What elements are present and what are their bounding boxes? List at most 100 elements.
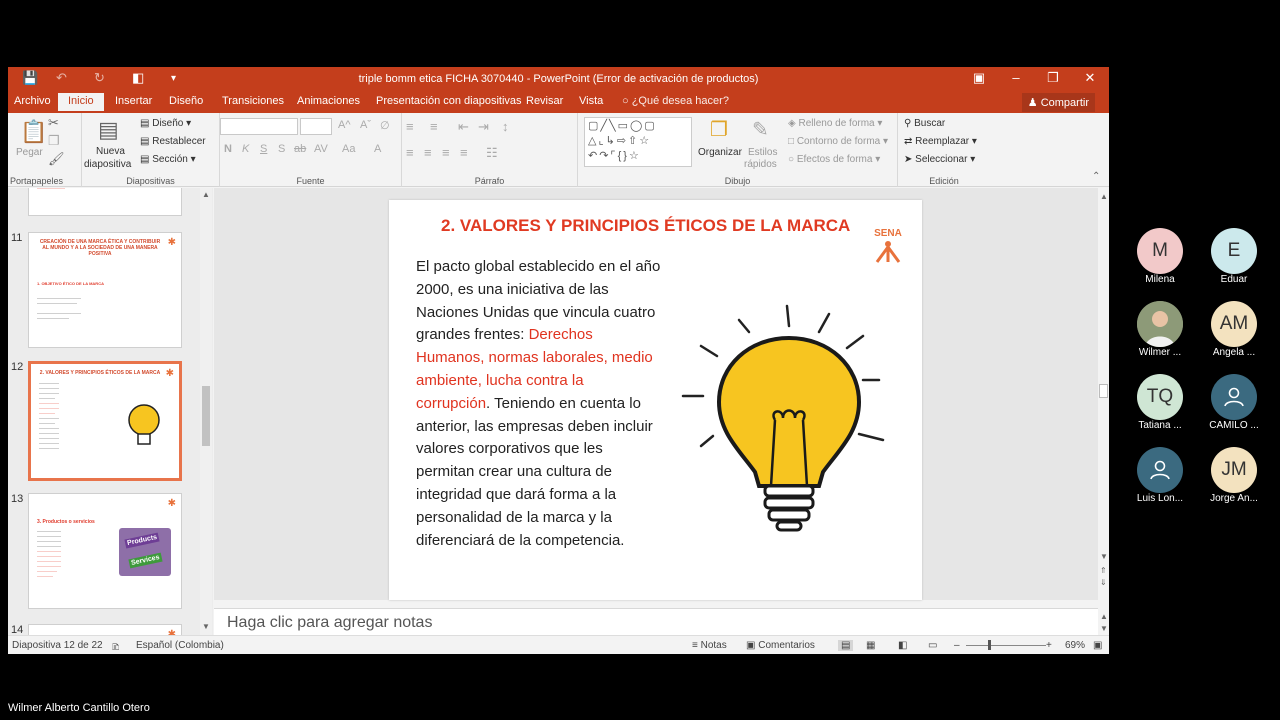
participant-tatiana[interactable]: TQ Tatiana ...: [1130, 374, 1190, 431]
slide-thumbnails-pane[interactable]: ——————— 11 ✱ CREACIÓN DE UNA MARCA ÉTICA…: [8, 188, 213, 635]
font-name-input[interactable]: [220, 118, 298, 135]
tab-vista[interactable]: Vista: [579, 95, 603, 107]
slide-scrollbar[interactable]: ▲ ▼ ⇑ ⇓ ▲ ▼: [1098, 188, 1109, 635]
slide-thumbnail-12-selected[interactable]: ✱ 2. VALORES Y PRINCIPIOS ÉTICOS DE LA M…: [28, 361, 182, 481]
slide-body-text[interactable]: El pacto global establecido en el año 20…: [416, 256, 661, 552]
ribbon-options-icon[interactable]: ▣: [964, 70, 994, 86]
align-right-icon[interactable]: ≡: [442, 145, 450, 160]
shape-fill-button[interactable]: ◈ Relleno de forma ▾: [788, 118, 882, 129]
participant-luis[interactable]: Luis Lon...: [1130, 447, 1190, 504]
shadow-icon[interactable]: S: [278, 143, 285, 155]
font-color-icon[interactable]: A: [374, 143, 381, 155]
tab-revisar[interactable]: Revisar: [526, 95, 563, 107]
participant-camilo[interactable]: CAMILO ...: [1204, 374, 1264, 431]
scroll-up-icon[interactable]: ▲: [1100, 192, 1108, 201]
comments-toggle[interactable]: ▣ Comentarios: [746, 640, 815, 651]
notes-pane[interactable]: Haga clic para agregar notas: [214, 608, 1102, 635]
next-slide-icon[interactable]: ⇓: [1100, 578, 1107, 587]
participant-jorge[interactable]: JM Jorge An...: [1204, 447, 1264, 504]
align-left-icon[interactable]: ≡: [406, 145, 414, 160]
previous-slide-icon[interactable]: ⇑: [1100, 566, 1107, 575]
tell-me-search[interactable]: ○ ¿Qué desea hacer?: [622, 95, 729, 107]
layout-button[interactable]: ▤ Diseño ▾: [140, 118, 191, 129]
slide-thumbnail-11[interactable]: ✱ CREACIÓN DE UNA MARCA ÉTICA Y CONTRIBU…: [28, 232, 182, 348]
grow-font-icon[interactable]: A^: [338, 119, 351, 131]
tab-transiciones[interactable]: Transiciones: [222, 95, 284, 107]
decrease-indent-icon[interactable]: ⇤: [458, 119, 469, 135]
paste-button[interactable]: Pegar: [16, 147, 43, 158]
participant-eduar[interactable]: E Eduar: [1204, 228, 1264, 285]
tab-animaciones[interactable]: Animaciones: [297, 95, 360, 107]
arrange-icon[interactable]: ❐: [710, 117, 728, 142]
close-button[interactable]: ✕: [1075, 70, 1105, 86]
copy-icon[interactable]: ❐: [48, 133, 60, 149]
find-button[interactable]: ⚲ Buscar: [904, 118, 945, 129]
slide-title[interactable]: 2. VALORES Y PRINCIPIOS ÉTICOS DE LA MAR…: [441, 216, 850, 236]
slide-thumbnail-13[interactable]: ✱ 3. Productos o servicios —————— —————— —…: [28, 493, 182, 609]
fit-slide-icon[interactable]: ▣: [1093, 640, 1102, 651]
new-slide-icon[interactable]: ▤: [98, 117, 119, 143]
scroll-down-icon[interactable]: ▼: [202, 622, 210, 631]
select-button[interactable]: ➤ Seleccionar ▾: [904, 154, 975, 165]
zoom-in-icon[interactable]: +: [1046, 640, 1052, 651]
tab-diseno[interactable]: Diseño: [169, 95, 203, 107]
numbering-icon[interactable]: ≡: [430, 119, 438, 134]
cut-icon[interactable]: ✂: [48, 115, 59, 131]
section-button[interactable]: ▤ Sección ▾: [140, 154, 196, 165]
scroll-thumb[interactable]: [202, 386, 210, 446]
zoom-slider-thumb[interactable]: [988, 640, 991, 650]
notes-scroll-down-icon[interactable]: ▼: [1100, 624, 1108, 633]
normal-view-icon[interactable]: ▤: [838, 640, 854, 651]
columns-icon[interactable]: ☷: [486, 145, 498, 161]
reading-view-icon[interactable]: ◧: [898, 640, 907, 651]
participant-angela[interactable]: AM Angela ...: [1204, 301, 1264, 358]
tab-inicio[interactable]: Inicio: [58, 93, 104, 111]
increase-indent-icon[interactable]: ⇥: [478, 119, 489, 135]
maximize-button[interactable]: ❐: [1038, 70, 1068, 86]
spell-check-icon[interactable]: 🗈: [112, 640, 119, 654]
paste-icon[interactable]: 📋: [20, 119, 47, 145]
change-case-icon[interactable]: Aa: [342, 143, 355, 155]
strikethrough-icon[interactable]: ab: [294, 143, 306, 155]
slide-thumbnail-10[interactable]: ———————: [28, 188, 182, 216]
quick-styles-label-2[interactable]: rápidos: [744, 159, 777, 170]
slide-thumbnail-14[interactable]: ✱: [28, 624, 182, 635]
minimize-button[interactable]: –: [1001, 70, 1031, 85]
new-slide-label-1[interactable]: Nueva: [96, 146, 125, 157]
new-slide-label-2[interactable]: diapositiva: [84, 159, 131, 170]
reset-button[interactable]: ▤ Restablecer: [140, 136, 206, 147]
zoom-level[interactable]: 69%: [1065, 640, 1085, 651]
arrange-button[interactable]: Organizar: [698, 147, 742, 158]
scroll-down-icon[interactable]: ▼: [1100, 552, 1108, 561]
bold-icon[interactable]: N: [224, 143, 232, 155]
notes-scroll-up-icon[interactable]: ▲: [1100, 612, 1108, 621]
shape-effects-button[interactable]: ○ Efectos de forma ▾: [788, 154, 880, 165]
tab-presentacion[interactable]: Presentación con diapositivas: [376, 95, 522, 107]
zoom-slider[interactable]: [966, 645, 1046, 646]
align-center-icon[interactable]: ≡: [424, 145, 432, 160]
thumbnails-scrollbar[interactable]: ▲ ▼: [200, 188, 212, 635]
underline-icon[interactable]: S: [260, 143, 267, 155]
participant-milena[interactable]: M Milena: [1130, 228, 1190, 285]
scroll-thumb[interactable]: [1099, 384, 1108, 398]
spacing-icon[interactable]: AV: [314, 143, 328, 155]
shapes-gallery[interactable]: ▢╱╲▭◯▢ △⌞↳⇨⇧☆ ↶↷⌜{}☆: [584, 117, 692, 167]
shrink-font-icon[interactable]: Aˇ: [360, 119, 371, 131]
zoom-out-icon[interactable]: –: [954, 640, 960, 651]
tab-archivo[interactable]: Archivo: [14, 95, 51, 107]
format-painter-icon[interactable]: 🖌: [48, 151, 65, 167]
notes-toggle[interactable]: ≡ Notas: [692, 640, 727, 651]
current-slide[interactable]: 2. VALORES Y PRINCIPIOS ÉTICOS DE LA MAR…: [389, 200, 922, 600]
slide-sorter-icon[interactable]: ▦: [866, 640, 875, 651]
shape-outline-button[interactable]: □ Contorno de forma ▾: [788, 136, 888, 147]
participant-wilmer[interactable]: Wilmer ...: [1130, 301, 1190, 358]
line-spacing-icon[interactable]: ↕: [502, 119, 509, 134]
font-size-input[interactable]: [300, 118, 332, 135]
justify-icon[interactable]: ≡: [460, 145, 468, 160]
notes-placeholder[interactable]: Haga clic para agregar notas: [227, 614, 432, 632]
bullets-icon[interactable]: ≡: [406, 119, 414, 134]
share-button[interactable]: ♟ Compartir: [1021, 93, 1095, 112]
quick-styles-icon[interactable]: ✎: [752, 117, 769, 142]
clear-format-icon[interactable]: ∅: [380, 119, 390, 132]
slideshow-icon[interactable]: ▭: [928, 640, 937, 651]
